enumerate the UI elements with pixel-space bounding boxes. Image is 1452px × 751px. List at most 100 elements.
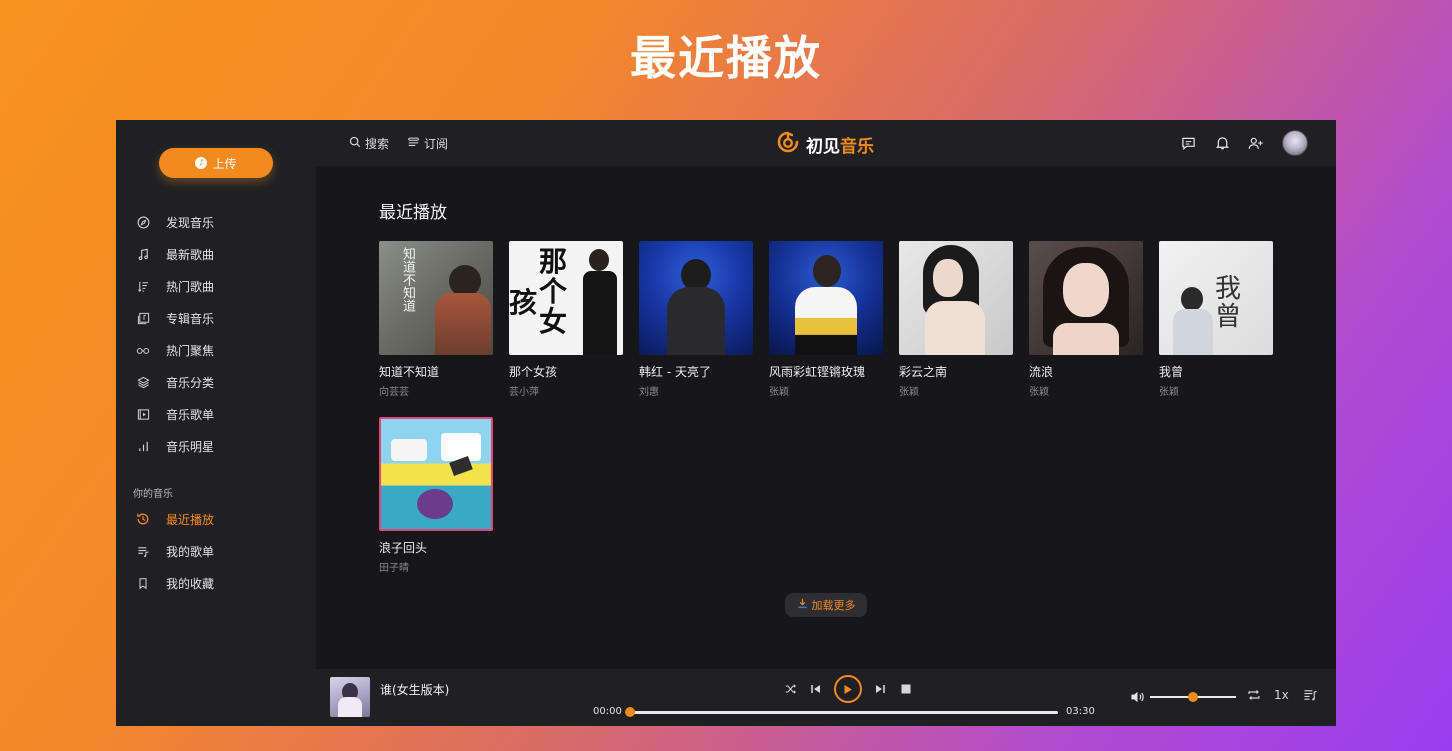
sidebar-item-discover[interactable]: 发现音乐 [116,206,316,238]
sidebar-item-label: 专辑音乐 [166,311,215,326]
search-label: 搜索 [365,137,390,151]
song-cover [1029,241,1143,355]
song-artist: 向芸芸 [379,387,409,398]
song-cover: 我曾 [1159,241,1273,355]
player-bar: 谁(女生版本) 00:00 03:30 1x [316,669,1336,726]
sidebar-item-label: 音乐歌单 [166,407,215,422]
song-card[interactable]: 韩红 - 天亮了 刘惠 [639,241,753,398]
discover-nav: 发现音乐 最新歌曲 热门歌曲 专辑音乐 热门聚焦 音乐分类 音乐歌单 音乐明星 [116,206,316,462]
sidebar-item-label: 热门歌曲 [166,279,215,294]
sidebar: ♪ 上传 发现音乐 最新歌曲 热门歌曲 专辑音乐 热门聚焦 音乐分类 音乐歌单 … [116,120,316,726]
song-card[interactable]: 彩云之南 张颖 [899,241,1013,398]
sidebar-item-stars[interactable]: 音乐明星 [116,430,316,462]
sidebar-item-albums[interactable]: 专辑音乐 [116,302,316,334]
sidebar-item-recent[interactable]: 最近播放 [116,503,316,535]
sort-icon [136,279,150,293]
user-avatar[interactable] [1282,130,1308,156]
message-icon[interactable] [1180,135,1196,151]
song-cover [899,241,1013,355]
glasses-icon [136,343,150,357]
layers-icon [136,375,150,389]
song-title: 韩红 - 天亮了 [639,365,711,379]
sidebar-item-favorites[interactable]: 我的收藏 [116,567,316,599]
sidebar-item-new-songs[interactable]: 最新歌曲 [116,238,316,270]
song-cover [639,241,753,355]
sidebar-item-hot-songs[interactable]: 热门歌曲 [116,270,316,302]
song-title: 风雨彩虹铿锵玫瑰 [769,365,866,379]
speed-button[interactable]: 1x [1274,688,1289,702]
song-card[interactable]: 流浪 张颖 [1029,241,1143,398]
now-playing-cover[interactable] [330,677,370,717]
song-artist: 张颖 [1029,387,1049,398]
sidebar-item-label: 热门聚焦 [166,343,215,358]
search-link[interactable]: 搜索 [349,135,389,152]
search-icon [349,136,361,151]
repeat-icon[interactable] [1247,688,1261,705]
sidebar-item-playlists[interactable]: 音乐歌单 [116,398,316,430]
app-logo[interactable]: 初见 音乐 [776,130,874,159]
next-icon[interactable] [872,681,888,697]
logo-text-accent: 音乐 [840,137,874,157]
playlist-icon [136,544,150,558]
sidebar-item-label: 最近播放 [166,512,215,527]
volume-slider[interactable] [1150,692,1236,702]
sidebar-item-label: 我的歌单 [166,544,215,559]
download-icon [797,598,808,612]
song-card[interactable]: 浪子回头 田子晴 [379,417,493,574]
song-cover [379,417,493,531]
song-title: 流浪 [1029,365,1054,379]
add-friend-icon[interactable] [1248,135,1264,151]
your-music-label: 你的音乐 [133,489,173,500]
load-more-button[interactable]: 加载更多 [785,593,867,617]
song-title: 那个女孩 [509,365,558,379]
cover-text: 知道不知道 [400,247,415,312]
total-time: 03:30 [1066,706,1095,717]
sidebar-item-label: 最新歌曲 [166,247,215,262]
progress-bar[interactable] [625,707,1058,717]
song-title: 彩云之南 [899,365,948,379]
song-cover: 知道不知道 [379,241,493,355]
song-card[interactable]: 风雨彩虹铿锵玫瑰 张颖 [769,241,883,398]
banner-title: 最近播放 [630,31,822,85]
volume-knob[interactable] [1188,692,1198,702]
sidebar-item-hot-focus[interactable]: 热门聚焦 [116,334,316,366]
sidebar-item-label: 发现音乐 [166,215,215,230]
load-more-label: 加载更多 [811,599,856,612]
cover-text: 那个 [539,245,568,308]
subscribe-label: 订阅 [424,137,449,151]
sidebar-item-categories[interactable]: 音乐分类 [116,366,316,398]
song-card[interactable]: 我曾 我曾 张颖 [1159,241,1273,398]
album-icon [136,311,150,325]
song-title: 浪子回头 [379,541,428,555]
queue-icon[interactable] [1303,688,1318,705]
volume-icon[interactable] [1130,689,1146,705]
sidebar-item-my-playlists[interactable]: 我的歌单 [116,535,316,567]
sidebar-item-label: 音乐分类 [166,375,215,390]
shuffle-icon[interactable] [782,681,798,697]
history-icon [136,512,150,526]
subscribe-link[interactable]: 订阅 [407,135,448,152]
song-card[interactable]: 知道不知道 知道不知道 向芸芸 [379,241,493,398]
play-button[interactable] [834,675,862,703]
song-title: 知道不知道 [379,365,440,379]
playlist-video-icon [136,407,150,421]
sidebar-item-label: 音乐明星 [166,439,215,454]
page-title: 最近播放 [379,203,447,223]
upload-button[interactable]: ♪ 上传 [159,148,273,178]
stop-icon[interactable] [898,681,914,697]
subscribe-icon [407,136,420,151]
now-playing-title: 谁(女生版本) [380,683,450,697]
current-time: 00:00 [593,706,622,717]
song-artist: 芸小萍 [509,387,539,398]
song-artist: 刘惠 [639,387,659,398]
bell-icon[interactable] [1214,135,1230,151]
playback-controls [782,675,914,703]
logo-text-primary: 初见 [806,137,840,157]
cover-text: 女 [539,305,568,338]
my-music-nav: 最近播放 我的歌单 我的收藏 [116,503,316,599]
cover-text: 孩 [509,286,538,319]
progress-knob[interactable] [625,707,635,717]
previous-icon[interactable] [808,681,824,697]
music-note-icon: ♪ [195,157,208,169]
song-card[interactable]: 那个 女 孩 那个女孩 芸小萍 [509,241,623,398]
